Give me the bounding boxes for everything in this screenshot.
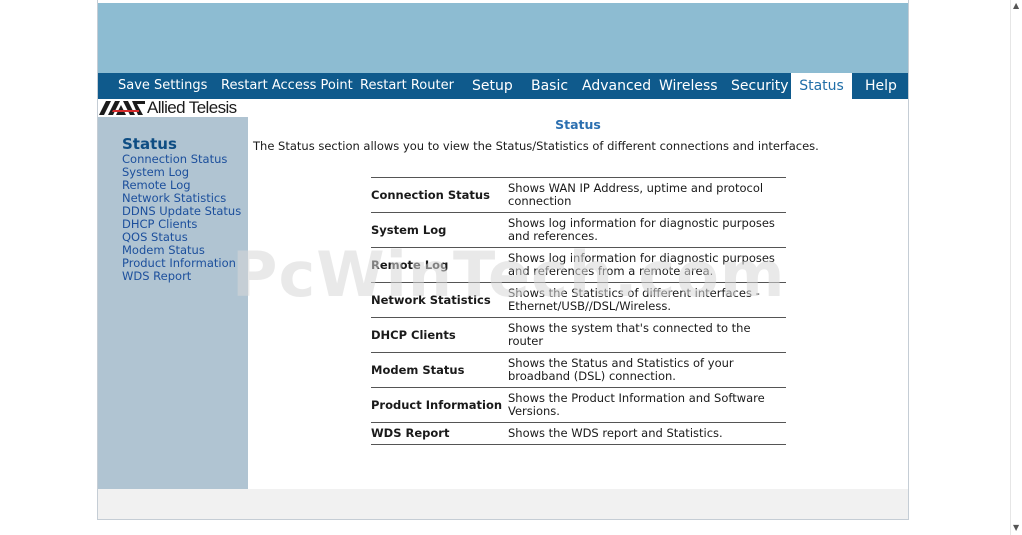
table-row: Remote Log Shows log information for dia… (371, 247, 786, 283)
nav-save-settings[interactable]: Save Settings (118, 73, 207, 99)
logo-text: Allied Telesis (147, 98, 237, 117)
scroll-down-arrow-icon[interactable]: ▼ (1013, 523, 1019, 532)
row-description: Shows log information for diagnostic pur… (508, 212, 786, 248)
row-name: Remote Log (371, 247, 508, 283)
row-description: Shows the system that's connected to the… (508, 317, 786, 353)
row-name: System Log (371, 212, 508, 248)
row-name: WDS Report (371, 422, 508, 445)
row-name: Modem Status (371, 352, 508, 388)
top-navbar: Save Settings Restart Access Point Resta… (98, 73, 908, 99)
router-page-frame: Save Settings Restart Access Point Resta… (97, 0, 909, 520)
row-name: Network Statistics (371, 282, 508, 318)
sidebar-item-wds-report[interactable]: WDS Report (122, 270, 241, 283)
nav-basic[interactable]: Basic (531, 73, 568, 99)
nav-help[interactable]: Help (865, 73, 897, 99)
logo-strip: Allied Telesis (98, 99, 248, 117)
intro-text: The Status section allows you to view th… (253, 139, 819, 153)
row-description: Shows WAN IP Address, uptime and protoco… (508, 177, 786, 213)
header-banner (98, 3, 908, 73)
vertical-scrollbar[interactable]: ▲ ▼ (1010, 0, 1022, 535)
sidebar-links: Connection Status System Log Remote Log … (122, 153, 241, 283)
row-name: DHCP Clients (371, 317, 508, 353)
nav-security[interactable]: Security (731, 73, 789, 99)
left-sidebar: Status Connection Status System Log Remo… (98, 117, 248, 489)
table-row: Modem Status Shows the Status and Statis… (371, 352, 786, 388)
table-row: Product Information Shows the Product In… (371, 387, 786, 423)
nav-advanced[interactable]: Advanced (582, 73, 651, 99)
row-description: Shows the WDS report and Statistics. (508, 422, 786, 445)
nav-wireless[interactable]: Wireless (659, 73, 718, 99)
nav-restart-router[interactable]: Restart Router (360, 73, 454, 99)
table-row: WDS Report Shows the WDS report and Stat… (371, 422, 786, 445)
table-row: System Log Shows log information for dia… (371, 212, 786, 248)
allied-telesis-logo: Allied Telesis (99, 99, 237, 117)
page-title: Status (555, 117, 601, 132)
scroll-up-arrow-icon[interactable]: ▲ (1013, 1, 1019, 10)
row-description: Shows the Status and Statistics of your … (508, 352, 786, 388)
table-row: DHCP Clients Shows the system that's con… (371, 317, 786, 353)
table-row: Network Statistics Shows the Statistics … (371, 282, 786, 318)
main-content: Status The Status section allows you to … (248, 99, 908, 489)
nav-status[interactable]: Status (791, 73, 852, 99)
nav-setup[interactable]: Setup (472, 73, 513, 99)
nav-restart-access-point[interactable]: Restart Access Point (221, 73, 353, 99)
table-row: Connection Status Shows WAN IP Address, … (371, 177, 786, 213)
footer-band (98, 489, 908, 519)
row-description: Shows the Product Information and Softwa… (508, 387, 786, 423)
sidebar-title: Status (122, 135, 177, 153)
row-name: Connection Status (371, 177, 508, 213)
status-overview-table: Connection Status Shows WAN IP Address, … (371, 177, 786, 445)
allied-telesis-logo-icon (99, 101, 145, 115)
row-name: Product Information (371, 387, 508, 423)
row-description: Shows log information for diagnostic pur… (508, 247, 786, 283)
row-description: Shows the Statistics of different interf… (508, 282, 786, 318)
